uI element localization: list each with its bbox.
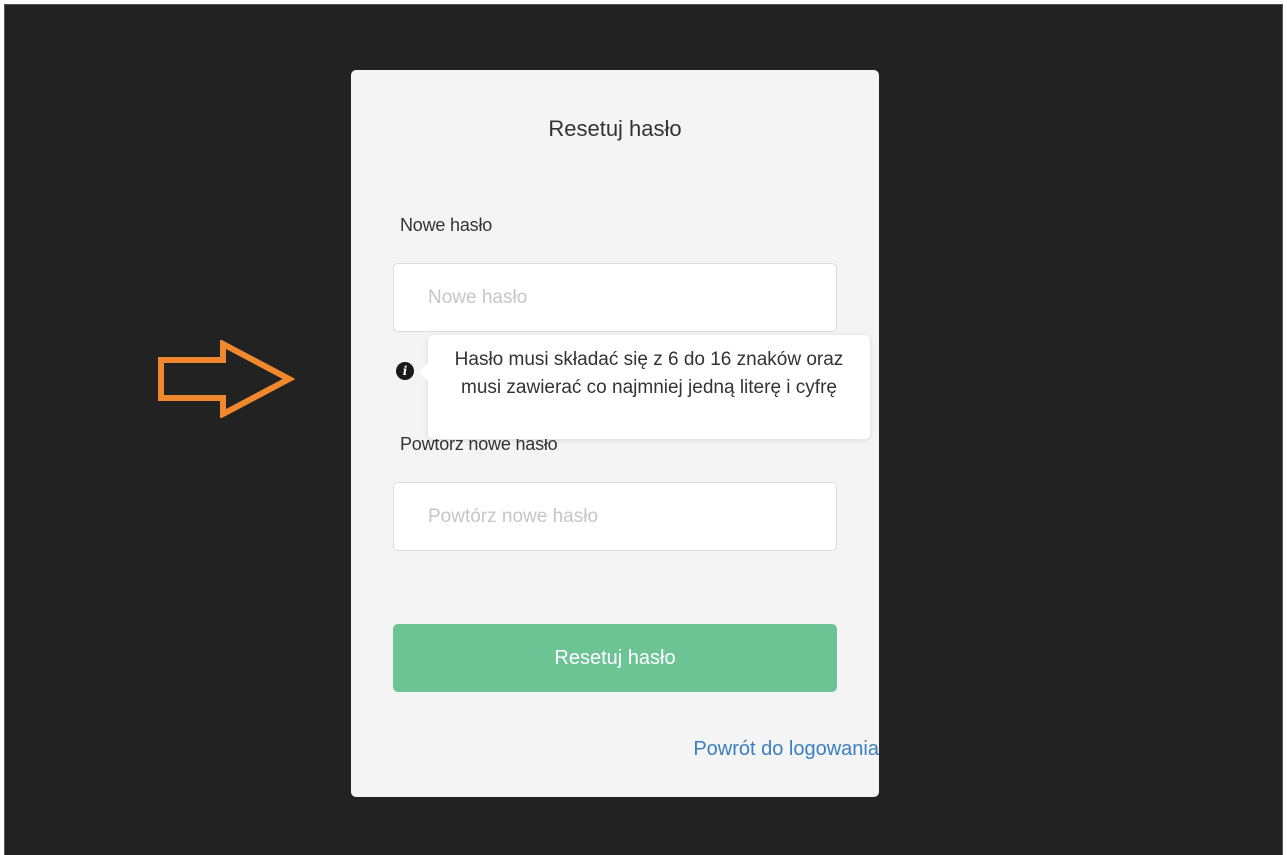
card-title: Resetuj hasło [548, 116, 682, 141]
page-background: Resetuj hasło Nowe hasło i Powtórz nowe … [4, 4, 1283, 855]
info-icon[interactable]: i [396, 362, 414, 380]
reset-password-card: Resetuj hasło Nowe hasło i Powtórz nowe … [351, 70, 879, 797]
password-requirements-tooltip: Hasło musi składać się z 6 do 16 znaków … [419, 335, 870, 439]
repeat-password-input[interactable] [393, 482, 837, 551]
reset-password-button[interactable]: Resetuj hasło [393, 624, 837, 692]
new-password-label: Nowe hasło [400, 215, 493, 235]
back-to-login-link[interactable]: Powrót do logowania [693, 738, 879, 761]
annotation-arrow-icon [158, 340, 295, 418]
new-password-input[interactable] [393, 263, 837, 332]
